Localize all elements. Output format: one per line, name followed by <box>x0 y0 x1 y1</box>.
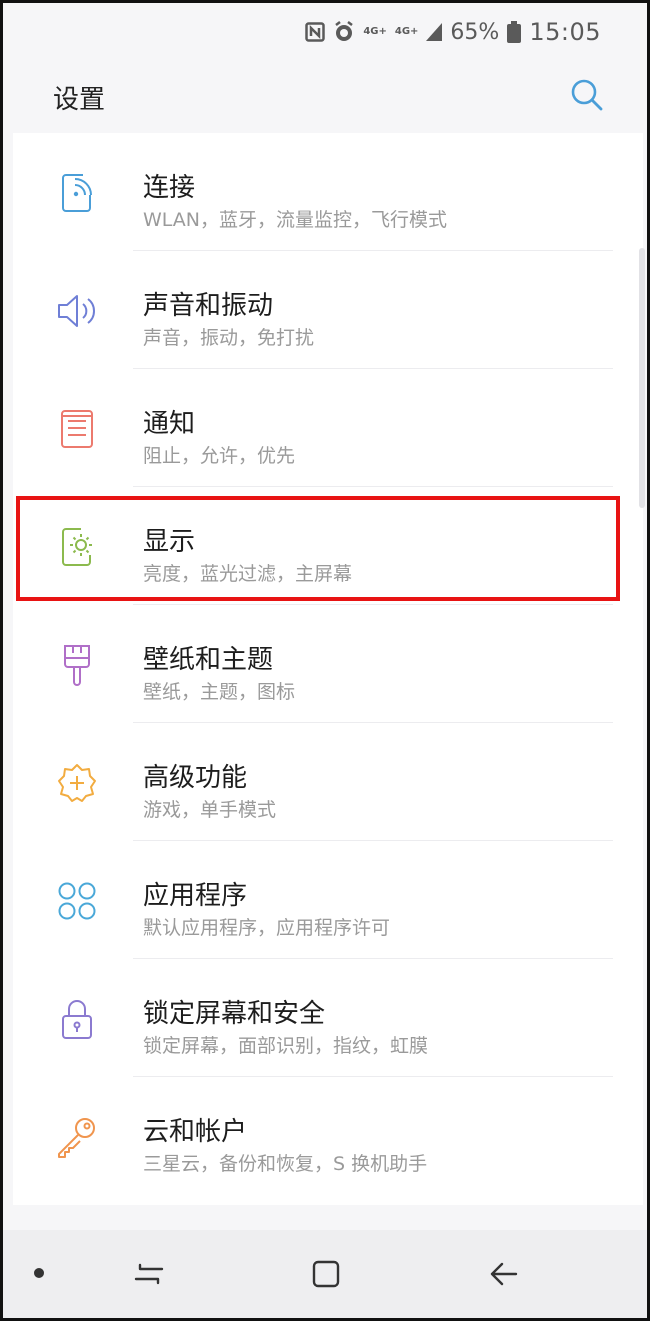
recent-apps-button[interactable] <box>127 1252 171 1296</box>
alarm-icon <box>333 21 355 43</box>
settings-item-subtitle: 亮度，蓝光过滤，主屏幕 <box>143 563 353 585</box>
settings-item-title: 显示 <box>143 527 196 557</box>
settings-item-display[interactable]: 显示 亮度，蓝光过滤，主屏幕 <box>13 487 643 605</box>
lock-icon <box>53 995 101 1043</box>
settings-item-subtitle: 默认应用程序，应用程序许可 <box>143 917 391 939</box>
settings-list: 连接 WLAN，蓝牙，流量监控，飞行模式 声音和振动 声音，振动，免打扰 通知 … <box>13 133 643 1205</box>
paint-brush-icon <box>53 641 101 689</box>
phone-screen: 4G+ 4G+ 65% 15:05 设置 连接 WLAN，蓝牙，流量监控，飞行模… <box>0 0 650 1321</box>
clock: 15:05 <box>529 18 601 46</box>
status-bar: 4G+ 4G+ 65% 15:05 <box>3 3 647 61</box>
settings-item-title: 声音和振动 <box>143 291 274 321</box>
back-arrow-icon <box>490 1262 518 1286</box>
settings-item-subtitle: 锁定屏幕，面部识别，指纹，虹膜 <box>143 1035 429 1057</box>
page-title: 设置 <box>53 85 106 115</box>
settings-item-advanced[interactable]: 高级功能 游戏，单手模式 <box>13 723 643 841</box>
key-icon <box>53 1113 101 1161</box>
navigation-bar <box>3 1230 647 1318</box>
network-4g-2: 4G+ <box>394 26 419 37</box>
search-button[interactable] <box>567 75 607 115</box>
settings-item-cloud-accounts[interactable]: 云和帐户 三星云，备份和恢复，S 换机助手 <box>13 1077 643 1195</box>
settings-item-apps[interactable]: 应用程序 默认应用程序，应用程序许可 <box>13 841 643 959</box>
settings-item-title: 高级功能 <box>143 763 248 793</box>
settings-item-title: 云和帐户 <box>143 1117 248 1147</box>
dot-indicator <box>34 1268 44 1278</box>
settings-item-title: 通知 <box>143 409 196 439</box>
recent-apps-icon <box>134 1263 164 1285</box>
battery-percent: 65% <box>450 19 500 45</box>
settings-item-title: 应用程序 <box>143 881 248 911</box>
settings-item-title: 连接 <box>143 173 196 203</box>
settings-item-subtitle: 阻止，允许，优先 <box>143 445 296 467</box>
settings-item-subtitle: 三星云，备份和恢复，S 换机助手 <box>143 1153 428 1175</box>
notifications-icon <box>53 405 101 453</box>
display-icon <box>53 523 101 571</box>
nfc-icon <box>305 22 326 42</box>
settings-item-sound[interactable]: 声音和振动 声音，振动，免打扰 <box>13 251 643 369</box>
home-icon <box>312 1260 340 1288</box>
apps-icon <box>53 877 101 925</box>
settings-item-subtitle: WLAN，蓝牙，流量监控，飞行模式 <box>143 209 448 231</box>
signal-icon <box>426 23 443 41</box>
battery-icon <box>507 21 522 43</box>
settings-item-wallpapers[interactable]: 壁纸和主题 壁纸，主题，图标 <box>13 605 643 723</box>
home-button[interactable] <box>304 1252 348 1296</box>
settings-item-lock-screen[interactable]: 锁定屏幕和安全 锁定屏幕，面部识别，指纹，虹膜 <box>13 959 643 1077</box>
connections-icon <box>53 169 101 217</box>
settings-item-subtitle: 游戏，单手模式 <box>143 799 277 821</box>
back-button[interactable] <box>481 1252 525 1296</box>
network-4g-1: 4G+ <box>363 26 387 37</box>
settings-item-title: 锁定屏幕和安全 <box>143 999 326 1029</box>
scrollbar[interactable] <box>639 248 645 508</box>
header: 设置 <box>3 61 647 133</box>
settings-item-subtitle: 壁纸，主题，图标 <box>143 681 296 703</box>
settings-item-connections[interactable]: 连接 WLAN，蓝牙，流量监控，飞行模式 <box>13 133 643 251</box>
volume-icon <box>53 287 101 335</box>
settings-item-subtitle: 声音，振动，免打扰 <box>143 327 315 349</box>
gear-plus-icon <box>53 759 101 807</box>
settings-item-notifications[interactable]: 通知 阻止，允许，优先 <box>13 369 643 487</box>
search-icon <box>571 79 603 111</box>
settings-item-title: 壁纸和主题 <box>143 645 274 675</box>
